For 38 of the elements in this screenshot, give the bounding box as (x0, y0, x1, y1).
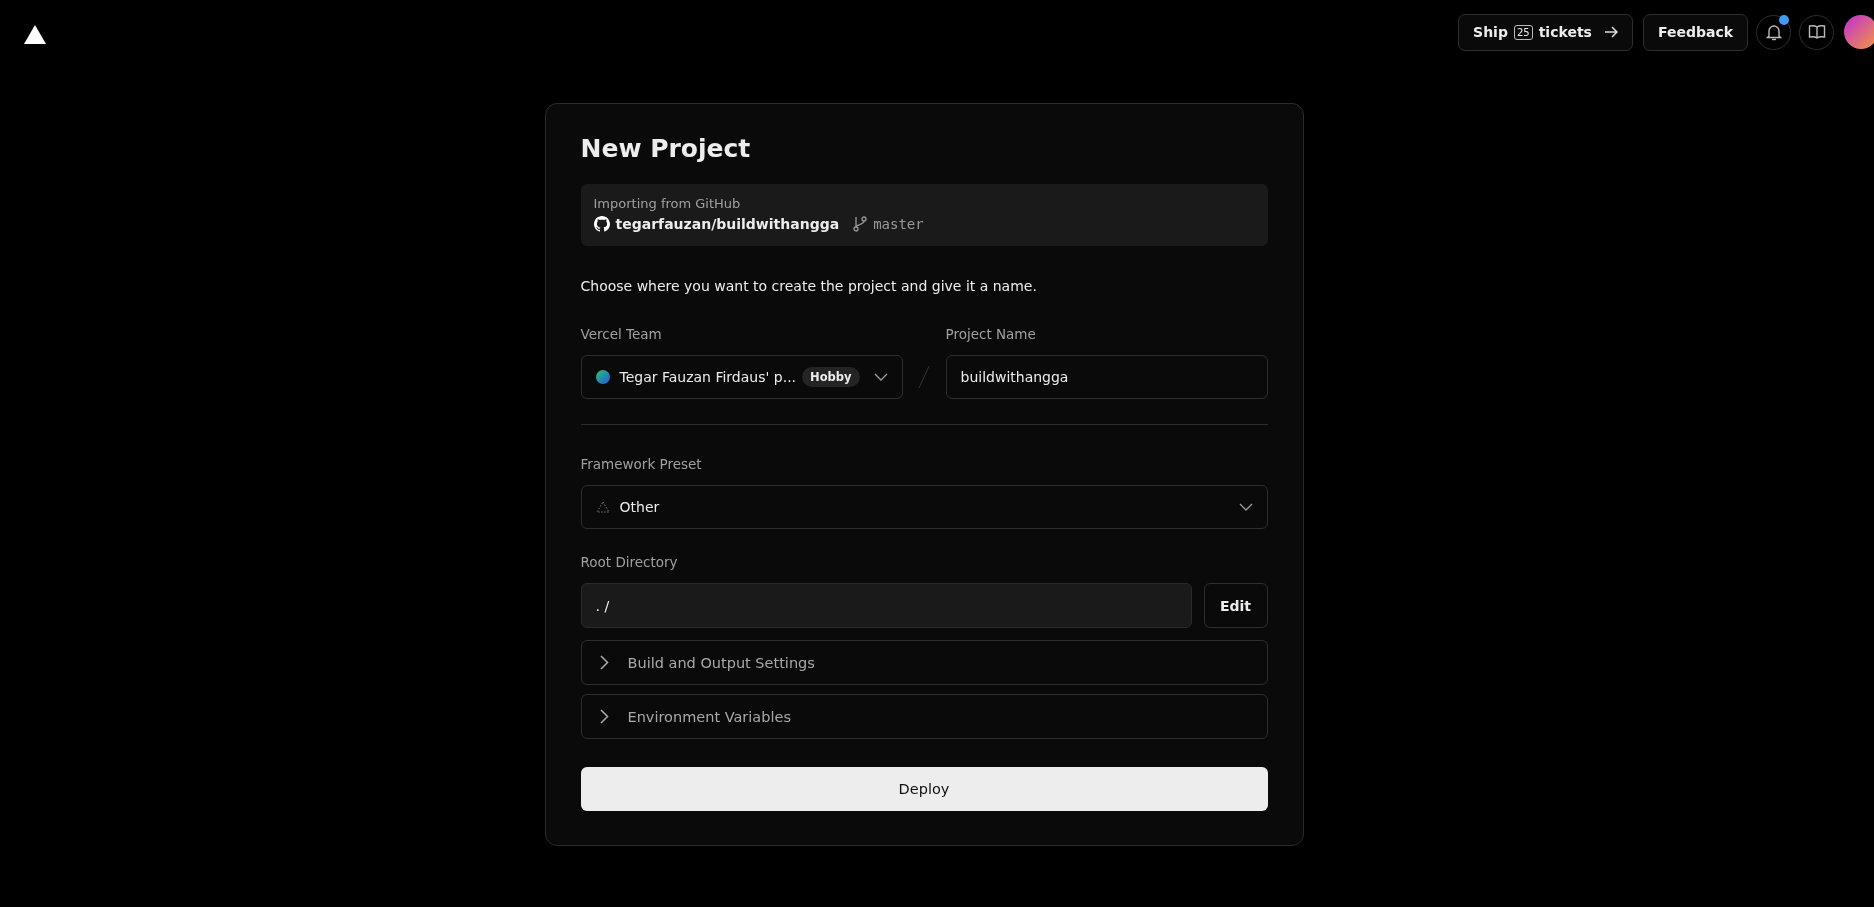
settings-section[interactable]: Environment Variables (580, 694, 1268, 739)
team-avatar-icon (595, 370, 610, 384)
branch-icon (853, 216, 868, 232)
framework-select[interactable]: Other (580, 485, 1268, 529)
field-label: Root Directory (580, 554, 679, 570)
team-name: Tegar Fauzan Firdaus' p... (619, 369, 797, 385)
repository-name[interactable]: tegarfauzan/buildwithangga (615, 216, 840, 232)
team-select[interactable]: Tegar Fauzan Firdaus' p... Hobby (580, 355, 903, 399)
branch-name: master (873, 216, 924, 232)
field-label: Project Name (945, 326, 1037, 342)
avatar[interactable] (1844, 15, 1874, 49)
arrow-icon (1603, 26, 1618, 38)
book-icon (1807, 24, 1826, 40)
field-label: Vercel Team (580, 326, 663, 342)
import-label: Importing from GitHub (593, 196, 742, 211)
framework-name: Other (619, 499, 660, 515)
page-title: New Project (580, 134, 752, 163)
triangle-logo-icon[interactable] (24, 24, 46, 44)
notifications-button[interactable] (1756, 14, 1791, 50)
docs-button[interactable] (1799, 14, 1834, 50)
instruction-text: Choose where you want to create the project and give it a name. (580, 278, 1038, 294)
field-label: Framework Preset (580, 456, 703, 472)
dotted-triangle-icon (595, 501, 610, 513)
project-name-input[interactable]: buildwithangga (945, 355, 1268, 399)
settings-section[interactable]: Build and Output Settings (580, 640, 1268, 685)
feedback-button[interactable]: Feedback (1642, 13, 1748, 51)
bell-icon (1765, 23, 1782, 41)
github-icon (593, 216, 610, 232)
chevron-right-icon (599, 709, 609, 724)
plan-badge: Hobby (802, 367, 860, 387)
chevron-down-icon (873, 373, 888, 381)
edit-button[interactable]: Edit (1203, 583, 1268, 628)
ship-tickets-button[interactable]: Ship 25 tickets (1458, 13, 1633, 51)
slash-divider (918, 365, 930, 389)
chevron-right-icon (599, 655, 609, 670)
chevron-down-icon (1238, 503, 1253, 511)
deploy-button[interactable]: Deploy (580, 767, 1268, 811)
root-directory-field[interactable]: . / (580, 583, 1192, 628)
